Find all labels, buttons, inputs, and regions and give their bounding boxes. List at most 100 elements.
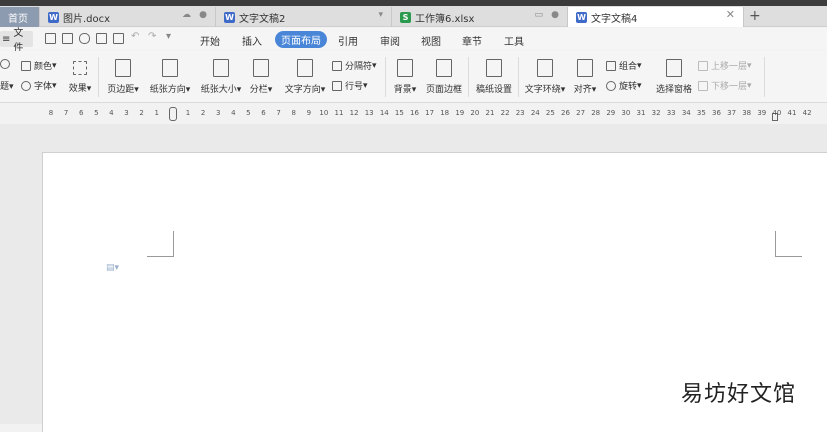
margin-corner-right-vertical	[775, 231, 776, 257]
font-icon	[21, 80, 31, 91]
paper-size-button[interactable]: 纸张大小▾	[198, 59, 244, 95]
selection-pane-button[interactable]: 选择窗格	[655, 59, 693, 95]
menu-review[interactable]: 审阅	[380, 33, 400, 48]
margins-button[interactable]: 页边距▾	[104, 59, 142, 95]
margin-corner-left-vertical	[173, 231, 174, 257]
color-button[interactable]: 颜色 ▾	[21, 59, 57, 72]
text-direction-icon	[297, 59, 313, 77]
sheet-icon: S	[400, 11, 411, 23]
send-backward-button[interactable]: 下移一层 ▾	[698, 79, 752, 92]
redo-icon[interactable]: ↷	[148, 31, 156, 42]
send-backward-icon	[698, 80, 708, 91]
ruler-tick-label: 12	[349, 109, 359, 117]
ruler-tick-label: 34	[681, 109, 691, 117]
ruler-tick-label: 1	[154, 109, 159, 117]
tab-dropdown-icon[interactable]: ▾	[378, 10, 383, 20]
background-button[interactable]: 背景▾	[391, 59, 419, 95]
align-button[interactable]: 对齐▾	[572, 59, 598, 95]
file-menu-button[interactable]: ≡ 文件	[0, 28, 33, 54]
new-tab-button[interactable]: +	[749, 8, 761, 24]
page-border-button[interactable]: 页面边框	[424, 59, 464, 95]
menu-view[interactable]: 视图	[421, 33, 441, 48]
menu-chapter[interactable]: 章节	[462, 33, 482, 48]
tab-label: 图片.docx	[63, 13, 111, 25]
ruler-tick-label: 40	[772, 109, 782, 117]
columns-button[interactable]: 分栏▾	[248, 59, 274, 95]
ruler-tick-label: 31	[636, 109, 646, 117]
cloud-icon: ☁	[182, 10, 191, 20]
ribbon-separator	[98, 57, 99, 97]
effect-button[interactable]: 效果▾	[67, 61, 93, 94]
close-icon[interactable]: ✕	[726, 8, 735, 21]
tab-bar: 首页 W 图片.docx ☁ ● W 文字文稿2 ▾ S 工作簿6.xlsx ▭…	[0, 6, 827, 27]
menu-start[interactable]: 开始	[200, 33, 220, 48]
ribbon-separator	[385, 57, 386, 97]
ruler-tick-label: 2	[139, 109, 144, 117]
color-icon	[21, 60, 31, 71]
menu-tools[interactable]: 工具	[504, 33, 524, 48]
line-number-icon	[332, 80, 342, 91]
ruler-tick-label: 3	[124, 109, 129, 117]
text-direction-button[interactable]: 文字方向▾	[282, 59, 328, 95]
theme-label-partial: 题▾	[0, 82, 14, 92]
tab-status-dot: ●	[199, 10, 207, 20]
ribbon-page-layout: 题▾ 颜色 ▾ 字体 ▾ 效果▾ 页边距▾ 纸张方向▾ 纸张大小▾ 分栏▾ 文字方向…	[0, 51, 827, 103]
menu-page-layout[interactable]: 页面布局	[275, 31, 327, 48]
watermark-text: 易坊好文馆	[681, 382, 797, 407]
group-button[interactable]: 组合 ▾	[606, 59, 642, 72]
bring-forward-button[interactable]: 上移一层 ▾	[698, 59, 752, 72]
save-icon[interactable]	[62, 33, 73, 44]
font-button[interactable]: 字体 ▾	[21, 79, 57, 92]
menu-icon: ≡	[2, 33, 11, 45]
ruler-tick-label: 17	[425, 109, 435, 117]
ruler-tick-label: 20	[470, 109, 480, 117]
ruler-tick-label: 1	[185, 109, 191, 117]
ruler-tick-label: 9	[306, 109, 312, 117]
margin-corner-right-horizontal	[775, 256, 802, 257]
ribbon-separator	[518, 57, 519, 97]
format-painter-icon[interactable]	[79, 33, 90, 44]
ruler-tick-label: 10	[319, 109, 329, 117]
ruler-tick-label: 38	[742, 109, 752, 117]
ruler-tick-label: 4	[231, 109, 236, 117]
horizontal-ruler[interactable]: 8 7 6 5 4 3 2 1 1 2 3 4 5 6 7 8 9 10 11 12 13 14 15 16 17 18 19 20 2…	[0, 104, 827, 124]
manuscript-settings-button[interactable]: 稿纸设置	[474, 59, 514, 95]
indent-marker-icon[interactable]	[169, 107, 177, 121]
tab-workbook-6[interactable]: S 工作簿6.xlsx ▭ ●	[392, 7, 568, 27]
ribbon-separator	[764, 57, 765, 97]
text-wrap-icon	[537, 59, 553, 77]
line-number-button[interactable]: 行号 ▾	[332, 79, 368, 92]
theme-icon	[0, 59, 10, 69]
ribbon-separator	[468, 57, 469, 97]
ruler-tick-label: 22	[500, 109, 510, 117]
ruler-tick-label: 24	[530, 109, 540, 117]
ruler-tick-label: 36	[712, 109, 721, 117]
orientation-button[interactable]: 纸张方向▾	[148, 59, 192, 95]
tab-label: 工作簿6.xlsx	[415, 13, 475, 25]
rotate-button[interactable]: 旋转 ▾	[606, 79, 642, 92]
ruler-tick-label: 29	[606, 109, 616, 117]
menu-insert[interactable]: 插入	[242, 33, 262, 48]
paragraph-layout-icon[interactable]: ▤▾	[106, 263, 119, 273]
ruler-tick-label: 15	[394, 109, 404, 117]
tab-document-2[interactable]: W 文字文稿2 ▾	[216, 7, 392, 27]
tab-status-dot: ●	[551, 10, 559, 20]
open-icon[interactable]	[45, 33, 56, 44]
tab-label: 首页	[8, 13, 28, 25]
effect-icon	[73, 61, 87, 75]
tab-document-4[interactable]: W 文字文稿4 ✕	[568, 7, 744, 27]
customize-dropdown-icon[interactable]: ▾	[166, 31, 171, 42]
tab-picture-docx[interactable]: W 图片.docx ☁ ●	[40, 7, 216, 27]
print-preview-icon[interactable]	[113, 33, 124, 44]
menu-references[interactable]: 引用	[338, 33, 358, 48]
print-icon[interactable]	[96, 33, 107, 44]
theme-dropdown[interactable]: 题▾	[0, 79, 14, 92]
manuscript-icon	[486, 59, 502, 77]
margins-icon	[115, 59, 131, 77]
ruler-tick-label: 8	[291, 109, 296, 117]
theme-button[interactable]	[0, 59, 13, 69]
undo-icon[interactable]: ↶	[131, 31, 139, 42]
separator-button[interactable]: 分隔符 ▾	[332, 59, 377, 72]
ruler-tick-label: 8	[48, 109, 54, 117]
text-wrap-button[interactable]: 文字环绕▾	[524, 59, 566, 95]
